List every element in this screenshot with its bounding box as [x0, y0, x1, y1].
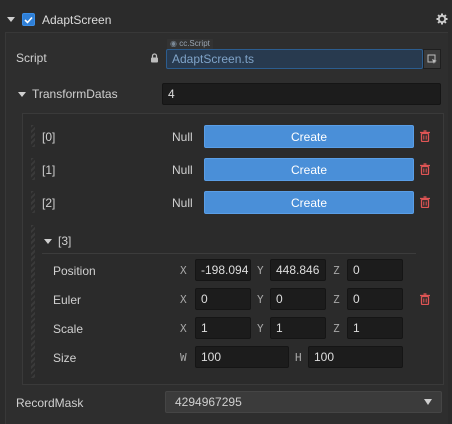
item-value: Null — [172, 196, 193, 210]
script-label: Script — [16, 51, 47, 65]
drag-handle[interactable] — [31, 158, 35, 180]
scale-z-input[interactable]: 1 — [347, 317, 403, 339]
trash-icon[interactable] — [419, 196, 431, 208]
item-value: Null — [172, 163, 193, 177]
script-locate-button[interactable] — [423, 49, 441, 69]
scale-y-input[interactable]: 1 — [270, 317, 326, 339]
item-index: [3] — [58, 234, 72, 248]
scale-x-input[interactable]: 1 — [195, 317, 251, 339]
drag-handle[interactable] — [31, 125, 35, 147]
euler-x-input[interactable]: 0 — [195, 288, 251, 310]
axis-y-label: Y — [257, 322, 264, 335]
scale-label: Scale — [53, 322, 84, 336]
axis-y-label: Y — [257, 264, 264, 277]
recordmask-label: RecordMask — [16, 396, 84, 410]
trash-icon[interactable] — [419, 130, 431, 142]
size-height-input[interactable]: 100 — [308, 346, 403, 368]
position-label: Position — [53, 264, 96, 278]
create-button[interactable]: Create — [204, 158, 414, 181]
item-index: [2] — [42, 196, 56, 210]
item-expand-arrow-icon[interactable] — [44, 239, 52, 244]
axis-z-label: Z — [333, 293, 340, 306]
locate-icon — [427, 54, 437, 64]
recordmask-select[interactable]: 4294967295 — [165, 391, 442, 413]
axis-w-label: W — [180, 351, 187, 364]
position-y-input[interactable]: 448.846 — [270, 259, 326, 281]
trash-icon[interactable] — [419, 293, 431, 305]
create-button[interactable]: Create — [204, 125, 414, 148]
component-title: AdaptScreen — [42, 13, 112, 27]
axis-x-label: X — [180, 293, 187, 306]
axis-h-label: H — [295, 351, 302, 364]
euler-y-input[interactable]: 0 — [270, 288, 326, 310]
transformdatas-label: TransformDatas — [32, 87, 118, 101]
euler-z-input[interactable]: 0 — [347, 288, 403, 310]
gear-icon[interactable] — [436, 13, 448, 25]
axis-y-label: Y — [257, 293, 264, 306]
drag-handle[interactable] — [31, 191, 35, 213]
size-width-input[interactable]: 100 — [195, 346, 289, 368]
lock-icon — [151, 53, 158, 63]
trash-icon[interactable] — [419, 163, 431, 175]
create-button[interactable]: Create — [204, 191, 414, 214]
item-value: Null — [172, 130, 193, 144]
axis-x-label: X — [180, 264, 187, 277]
drag-handle[interactable] — [31, 225, 35, 378]
section-divider — [42, 253, 416, 254]
component-enabled-checkbox[interactable] — [22, 13, 35, 26]
axis-z-label: Z — [333, 264, 340, 277]
item-index: [0] — [42, 130, 56, 144]
checkmark-icon — [24, 16, 33, 24]
script-field[interactable]: AdaptScreen.ts — [166, 49, 423, 69]
script-type-tag: ◉ cc.Script — [167, 39, 213, 49]
axis-x-label: X — [180, 322, 187, 335]
transformdatas-list — [22, 113, 444, 385]
position-z-input[interactable]: 0 — [347, 259, 403, 281]
collapse-arrow-icon[interactable] — [7, 17, 15, 22]
position-x-input[interactable]: -198.094 — [195, 259, 251, 281]
chevron-down-icon[interactable] — [424, 399, 432, 405]
transformdatas-count-input[interactable]: 4 — [162, 83, 441, 105]
transformdatas-expand-arrow-icon[interactable] — [18, 92, 26, 97]
recordmask-value: 4294967295 — [175, 395, 242, 409]
euler-label: Euler — [53, 293, 82, 307]
size-label: Size — [53, 351, 77, 365]
item-index: [1] — [42, 163, 56, 177]
axis-z-label: Z — [333, 322, 340, 335]
